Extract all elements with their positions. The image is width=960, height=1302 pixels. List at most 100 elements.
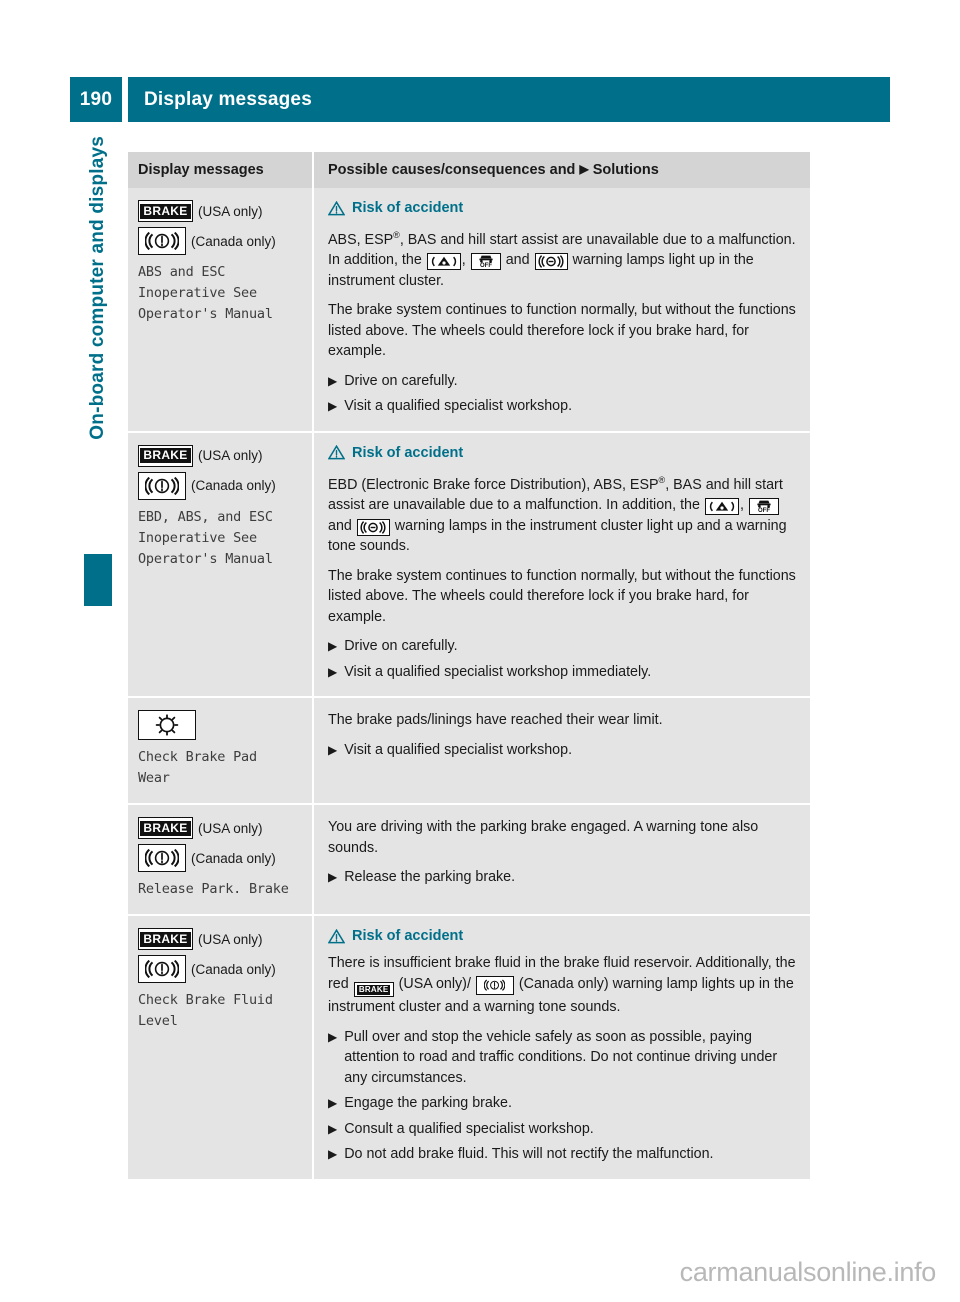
chapter-label: On-board computer and displays <box>87 136 108 440</box>
esp-off-warning-lamp-icon: OFF <box>470 252 501 270</box>
body-paragraph: ABS, ESP®, BAS and hill start assist are… <box>328 230 796 289</box>
bas-warning-lamp-icon <box>534 253 568 271</box>
display-messages-table: Display messages Possible causes/consequ… <box>128 152 810 1179</box>
solution-text: Pull over and stop the vehicle safely as… <box>344 1028 778 1086</box>
row-display-message-cell: BRAKE (USA only) (Canada only) ABS and ESC I… <box>128 188 314 431</box>
svg-text:OFF: OFF <box>480 263 492 268</box>
solution-text: Visit a qualified specialist workshop im… <box>344 663 652 680</box>
table-row: BRAKE (USA only) (Canada only) Check Brake … <box>128 914 810 1179</box>
icon-region-caption: (Canada only) <box>191 850 276 866</box>
warning-triangle-icon <box>328 928 345 943</box>
warning-triangle-icon <box>328 200 345 215</box>
brake-warning-lamp-icon-inline: BRAKE <box>353 982 394 998</box>
row-display-message-cell: BRAKE (USA only) (Canada only) Check Brake … <box>128 916 314 1179</box>
page-title: Display messages <box>128 77 890 122</box>
solution-list-item: ▶ Release the parking brake. <box>328 867 798 888</box>
icon-region-caption: (Canada only) <box>191 478 276 494</box>
row-causes-solutions-cell: You are driving with the parking brake e… <box>314 805 810 914</box>
solution-arrow-icon: ▶ <box>328 664 338 679</box>
solution-arrow-icon: ▶ <box>328 870 338 885</box>
solution-text: Drive on carefully. <box>344 372 458 389</box>
table-header-left: Display messages <box>128 152 314 188</box>
row-causes-solutions-cell: Risk of accident ABS, ESP®, BAS and hill … <box>314 188 810 431</box>
warning-triangle-icon-wrap <box>328 200 345 216</box>
solution-arrow-icon: ▶ <box>328 1121 338 1136</box>
warning-triangle-icon-wrap <box>328 928 345 944</box>
solution-list-item: ▶ Do not add brake fluid. This will not r… <box>328 1144 798 1165</box>
canada-brake-warning-lamp-icon-inline <box>475 975 514 995</box>
warning-triangle-icon <box>328 445 345 460</box>
solution-arrow-icon: ▶ <box>328 1029 338 1044</box>
warning-heading: Risk of accident <box>328 928 798 944</box>
column-header-display-messages: Display messages <box>138 162 264 178</box>
abs-warning-lamp-icon <box>426 253 461 271</box>
body-paragraph: The brake system continues to function n… <box>328 567 796 625</box>
solution-list-item: ▶ Pull over and stop the vehicle safely a… <box>328 1027 798 1089</box>
registered-trademark-mark: ® <box>658 474 666 485</box>
body-paragraph: There is insufficient brake fluid in the… <box>328 955 796 1016</box>
solutions-list: ▶ Drive on carefully. ▶ Visit a qualified s… <box>328 636 798 682</box>
brake-warning-lamp-icon: BRAKE <box>138 817 193 840</box>
icon-region-caption: (USA only) <box>198 448 263 464</box>
solution-list-item: ▶ Engage the parking brake. <box>328 1093 798 1114</box>
icon-region-caption: (USA only) <box>198 820 263 836</box>
body-paragraph: EBD (Electronic Brake force Distribution… <box>328 474 787 555</box>
display-message-text: EBD, ABS, and ESC Inoperative See Operator… <box>138 508 273 567</box>
warning-heading: Risk of accident <box>328 445 798 461</box>
display-message-text: Check Brake Pad Wear <box>138 749 257 787</box>
brake-warning-lamp-icon: BRAKE <box>138 200 193 222</box>
table-row: BRAKE (USA only) (Canada only) Release Park… <box>128 803 810 915</box>
svg-text:OFF: OFF <box>758 508 770 513</box>
table-header-row: Display messages Possible causes/consequ… <box>128 152 810 188</box>
esp-off-warning-lamp-icon: OFF <box>748 497 779 515</box>
column-header-text-before: Possible causes/consequences and <box>328 162 576 178</box>
solution-text: Do not add brake fluid. This will not re… <box>344 1146 714 1163</box>
solutions-list: ▶ Visit a qualified specialist workshop. <box>328 740 798 761</box>
page-number: 190 <box>70 77 122 122</box>
page-header: 190 Display messages <box>70 77 890 122</box>
solution-arrow-icon: ▶ <box>328 1147 338 1162</box>
solution-list-item: ▶ Consult a qualified specialist workshop… <box>328 1119 798 1140</box>
chapter-marker-block <box>84 554 112 606</box>
manual-page: 190 Display messages On-board computer a… <box>0 0 960 1302</box>
solution-list-item: ▶ Visit a qualified specialist workshop i… <box>328 662 798 683</box>
table-row: BRAKE (USA only) (Canada only) ABS and ESC I… <box>128 188 810 431</box>
site-watermark: carmanualsonline.info <box>679 1257 937 1287</box>
table-body: BRAKE (USA only) (Canada only) ABS and ESC I… <box>128 188 810 1179</box>
column-header-text-after: Solutions <box>592 162 659 178</box>
solutions-list: ▶ Drive on carefully. ▶ Visit a qualified s… <box>328 371 798 417</box>
solution-text: Visit a qualified specialist workshop. <box>344 398 573 415</box>
brake-warning-lamp-icon: BRAKE <box>138 444 193 467</box>
body-paragraph: The brake system continues to function n… <box>328 302 796 360</box>
warning-triangle-icon-wrap <box>328 445 345 460</box>
display-message-text: Release Park. Brake <box>138 881 289 898</box>
solutions-list: ▶ Release the parking brake. <box>328 867 798 888</box>
solution-arrow-icon: ▶ <box>328 373 338 388</box>
warning-title: Risk of accident <box>352 444 464 461</box>
row-display-message-cell: BRAKE (USA only) (Canada only) Release Park… <box>128 805 314 915</box>
body-paragraph: The brake pads/linings have reached thei… <box>328 712 663 729</box>
row-display-message-cell: BRAKE (USA only) (Canada only) EBD, ABS, an… <box>128 432 314 697</box>
warning-title: Risk of accident <box>352 200 464 216</box>
icon-region-caption: (USA only) <box>198 931 263 947</box>
abs-warning-lamp-icon <box>704 498 739 516</box>
solution-list-item: ▶ Visit a qualified specialist workshop. <box>328 740 798 761</box>
solution-arrow-icon: ▶ <box>328 1096 338 1111</box>
solution-list-item: ▶ Drive on carefully. <box>328 371 798 392</box>
table-row: BRAKE (USA only) (Canada only) EBD, ABS, an… <box>128 430 810 697</box>
solution-text: Engage the parking brake. <box>344 1095 512 1112</box>
solution-text: Drive on carefully. <box>344 638 458 655</box>
body-paragraph: You are driving with the parking brake e… <box>328 819 759 856</box>
solutions-list: ▶ Pull over and stop the vehicle safely a… <box>328 1027 798 1165</box>
warning-title: Risk of accident <box>352 928 464 945</box>
display-message-text: ABS and ESC Inoperative See Operator's Man… <box>138 264 273 322</box>
icon-region-caption: (Canada only) <box>191 233 276 249</box>
column-header-causes-solutions: Possible causes/consequences and ▶ Solut… <box>328 162 798 178</box>
display-message-text: Check Brake Fluid Level <box>138 992 273 1030</box>
solution-list-item: ▶ Drive on carefully. <box>328 636 798 657</box>
canada-brake-warning-lamp-icon <box>138 844 186 873</box>
solution-arrow-icon: ▶ <box>328 399 338 414</box>
row-causes-solutions-cell: Risk of accident There is insufficient br… <box>314 916 810 1179</box>
table-header-right: Possible causes/consequences and ▶ Solut… <box>314 152 810 188</box>
solution-arrow-icon: ▶ <box>579 162 589 176</box>
